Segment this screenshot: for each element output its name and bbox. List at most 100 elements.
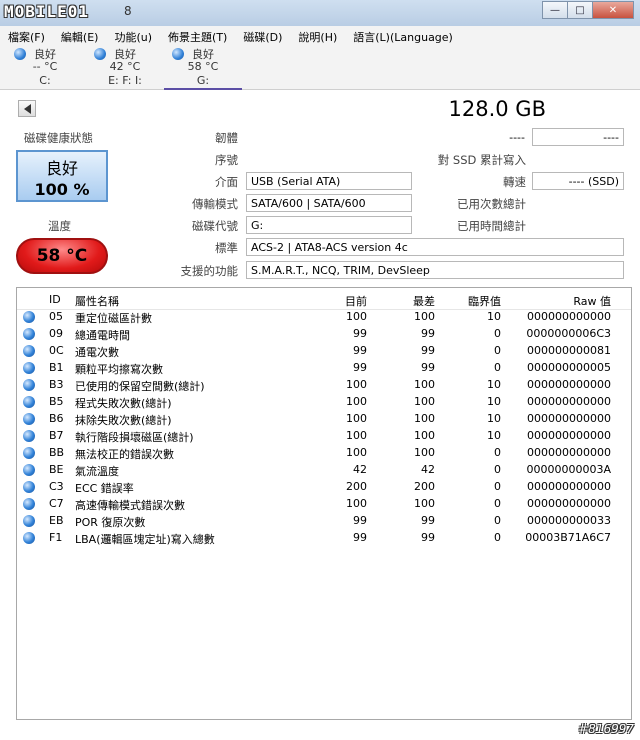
attr-threshold: 0 [494,327,501,340]
column-header-name[interactable]: 屬性名稱 [75,293,119,309]
column-header-raw[interactable]: Raw 值 [501,293,611,309]
attr-worst: 100 [414,310,435,323]
attr-raw: 000000000033 [527,514,611,527]
rotation-label: 轉速 [503,175,526,189]
attr-raw: 000000000000 [527,395,611,408]
attr-current: 100 [346,378,367,391]
table-row[interactable]: B7 執行階段損壞磁區(總計) 100 100 10 000000000000 [17,428,631,445]
table-row[interactable]: B5 程式失敗次數(總計) 100 100 10 000000000000 [17,394,631,411]
table-row[interactable]: C3 ECC 錯誤率 200 200 0 000000000000 [17,479,631,496]
disk-tab-c[interactable]: 良好 -- °C C: [6,45,84,88]
table-row[interactable]: B1 顆粒平均擦寫次數 99 99 0 000000000005 [17,360,631,377]
standard-label: 標準 [215,241,238,255]
status-dot-icon [23,345,35,357]
features-field: S.M.A.R.T., NCQ, TRIM, DevSleep [246,261,624,279]
minimize-button[interactable]: — [542,1,568,19]
attr-name: 已使用的保留空間數(總計) [75,380,205,393]
attr-raw: 000000000000 [527,378,611,391]
disk-tab-drive: G: [196,74,210,87]
temperature-badge[interactable]: 58 °C [16,238,108,274]
attr-threshold: 10 [487,412,501,425]
temperature-label: 溫度 [48,219,71,233]
power-on-hours-label: 已用時間總計 [457,219,526,233]
maximize-button[interactable]: □ [567,1,593,19]
table-header: ID 屬性名稱 目前 最差 臨界值 Raw 值 [17,292,631,310]
menu-theme[interactable]: 佈景主題(T) [160,26,235,45]
table-row[interactable]: BB 無法校正的錯誤次數 100 100 0 000000000000 [17,445,631,462]
menu-disk[interactable]: 磁碟(D) [235,26,290,45]
disk-tab-temp: -- °C [32,60,58,73]
arrow-left-icon [23,103,31,114]
mobile01-logo: MOBILE01 [4,2,90,21]
table-row[interactable]: B3 已使用的保留空間數(總計) 100 100 10 000000000000 [17,377,631,394]
attr-name: LBA(邏輯區塊定址)寫入總數 [75,533,215,546]
attr-current: 99 [353,344,367,357]
close-icon: ✕ [608,4,618,16]
attr-name: 程式失敗次數(總計) [75,397,172,410]
attr-threshold: 10 [487,310,501,323]
status-dot-icon [23,464,35,476]
disk-tab-efi[interactable]: 良好 42 °C E: F: I: [86,45,164,88]
table-row[interactable]: 09 總通電時間 99 99 0 0000000006C3 [17,326,631,343]
attr-id: F1 [49,531,63,544]
power-on-count-label: 已用次數總計 [457,197,526,211]
attr-raw: 000000000000 [527,429,611,442]
column-header-id[interactable]: ID [49,293,61,306]
table-row[interactable]: C7 高速傳輸模式錯誤次數 100 100 0 000000000000 [17,496,631,513]
table-row[interactable]: EB POR 復原次數 99 99 0 000000000033 [17,513,631,530]
attr-worst: 99 [421,327,435,340]
table-row[interactable]: 05 重定位磁區計數 100 100 10 000000000000 [17,309,631,326]
attr-raw: 00003B71A6C7 [525,531,611,544]
menu-file[interactable]: 檔案(F) [0,26,53,45]
menu-edit[interactable]: 編輯(E) [53,26,107,45]
column-header-worst[interactable]: 最差 [377,293,435,309]
table-row[interactable]: F1 LBA(邏輯區塊定址)寫入總數 99 99 0 00003B71A6C7 [17,530,631,547]
menu-language[interactable]: 語言(L)(Language) [345,26,461,45]
close-button[interactable]: ✕ [592,1,634,19]
attr-name: 無法校正的錯誤次數 [75,448,174,461]
attr-threshold: 0 [494,497,501,510]
table-row[interactable]: B6 抹除失敗次數(總計) 100 100 10 000000000000 [17,411,631,428]
table-row[interactable]: 0C 通電次數 99 99 0 000000000081 [17,343,631,360]
attr-threshold: 10 [487,378,501,391]
attr-current: 100 [346,395,367,408]
attr-id: B1 [49,361,64,374]
attr-id: B6 [49,412,64,425]
attr-worst: 99 [421,531,435,544]
attr-id: BE [49,463,64,476]
disk-info-panel: 128.0 GB 磁碟健康狀態 良好 100 % 溫度 58 °C 韌體 序號 … [8,90,632,720]
attr-name: ECC 錯誤率 [75,482,134,495]
health-status-text: 良好 [45,159,78,178]
menu-help[interactable]: 說明(H) [290,26,345,45]
attr-current: 42 [353,463,367,476]
attr-id: BB [49,446,65,459]
attr-raw: 000000000081 [527,344,611,357]
disk-tab-drive: C: [39,74,51,87]
status-dot-icon [23,430,35,442]
rotation-field: ---- (SSD) [532,172,624,190]
health-status-badge[interactable]: 良好 100 % [16,150,108,202]
window-title-version: 8 [124,4,132,18]
menu-function[interactable]: 功能(u) [106,26,160,45]
standard-field: ACS-2 | ATA8-ACS version 4c [246,238,624,256]
attr-name: 氣流溫度 [75,465,119,478]
disk-tab-g[interactable]: 良好 58 °C G: [164,45,242,90]
attr-id: C7 [49,497,64,510]
status-dot-icon [23,447,35,459]
health-status-label: 磁碟健康狀態 [24,131,93,145]
attr-worst: 99 [421,514,435,527]
previous-disk-button[interactable] [18,100,36,117]
column-header-threshold[interactable]: 臨界值 [441,293,501,309]
attr-worst: 100 [414,429,435,442]
attr-id: 09 [49,327,63,340]
minimize-icon: — [550,4,560,16]
attr-raw: 000000000000 [527,446,611,459]
disk-tabs: 良好 -- °C C: 良好 42 °C E: F: I: 良好 58 °C G… [0,45,640,90]
attr-threshold: 0 [494,361,501,374]
attr-current: 99 [353,514,367,527]
attr-worst: 100 [414,395,435,408]
column-header-current[interactable]: 目前 [317,293,367,309]
interface-field: USB (Serial ATA) [246,172,412,190]
table-row[interactable]: BE 氣流溫度 42 42 0 00000000003A [17,462,631,479]
attr-current: 100 [346,412,367,425]
